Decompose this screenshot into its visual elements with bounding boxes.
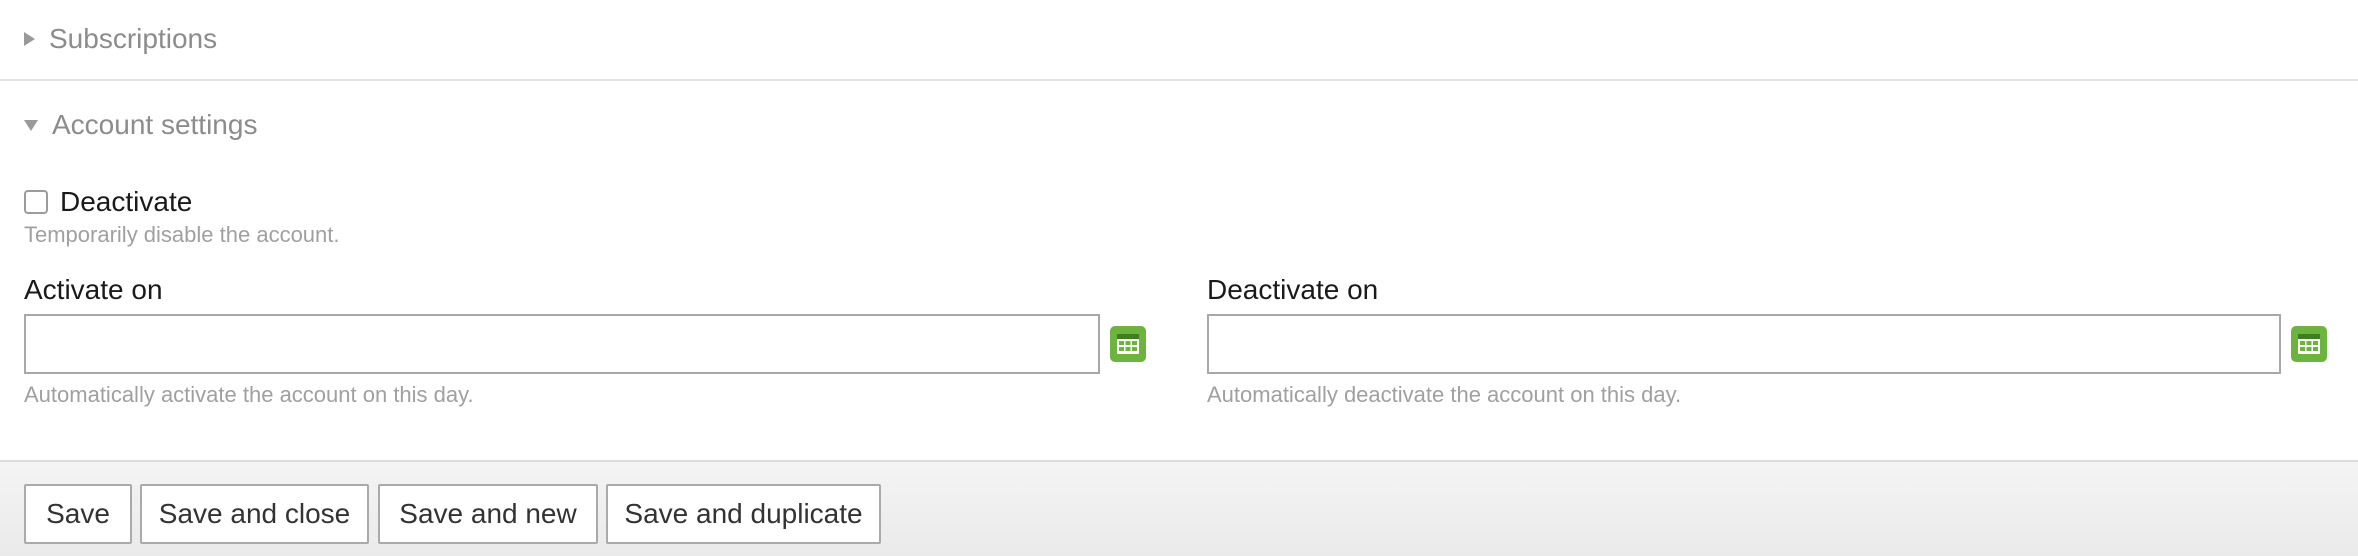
deactivate-on-label: Deactivate on (1207, 274, 1379, 305)
section-header-subscriptions[interactable]: Subscriptions (0, 14, 2358, 64)
deactivate-checkbox-row: Deactivate (24, 186, 192, 218)
section-title-subscriptions: Subscriptions (49, 23, 218, 54)
triangle-down-icon (24, 119, 38, 131)
activate-on-label: Activate on (24, 274, 163, 305)
form-actions-bar: Save Save and close Save and new Save an… (0, 460, 2358, 556)
deactivate-help: Temporarily disable the account. (24, 222, 340, 247)
activate-on-help: Automatically activate the account on th… (24, 382, 474, 407)
triangle-right-icon (24, 32, 35, 46)
activate-on-calendar-button[interactable] (1110, 326, 1146, 362)
deactivate-checkbox[interactable] (24, 190, 48, 214)
save-and-new-button[interactable]: Save and new (378, 484, 598, 544)
activate-on-input[interactable] (24, 314, 1100, 374)
deactivate-label[interactable]: Deactivate (60, 186, 192, 218)
save-and-duplicate-button[interactable]: Save and duplicate (606, 484, 881, 544)
calendar-icon (2298, 334, 2320, 354)
deactivate-on-calendar-button[interactable] (2291, 326, 2327, 362)
save-and-close-button[interactable]: Save and close (140, 484, 369, 544)
save-button[interactable]: Save (24, 484, 132, 544)
section-divider (0, 79, 2358, 81)
calendar-icon (1117, 334, 1139, 354)
deactivate-on-help: Automatically deactivate the account on … (1207, 382, 1682, 407)
section-title-account-settings: Account settings (52, 109, 258, 140)
section-header-account-settings[interactable]: Account settings (0, 100, 2358, 150)
deactivate-on-input[interactable] (1207, 314, 2281, 374)
